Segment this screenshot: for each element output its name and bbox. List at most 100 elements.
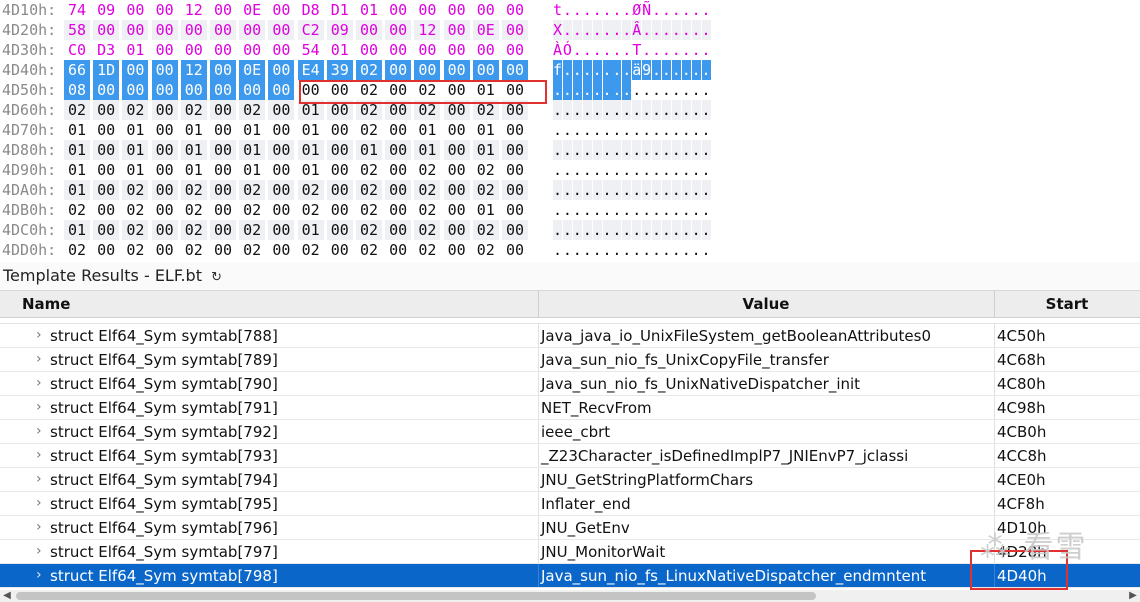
value-cell[interactable]: _Z23Character_isDefinedImplP7_JNIEnvP7_j…	[538, 444, 994, 468]
ascii-char[interactable]: .	[701, 160, 711, 180]
hex-byte[interactable]: 00	[151, 200, 178, 220]
ascii-char[interactable]: .	[671, 60, 681, 80]
hex-byte[interactable]: 02	[180, 100, 207, 120]
hex-byte[interactable]: 00	[502, 140, 528, 160]
hex-byte[interactable]: 00	[326, 180, 353, 200]
template-grid-body[interactable]: › struct Elf64_Sym symtab[788] Java_java_i…	[0, 318, 1140, 590]
expand-chevron-icon[interactable]: ›	[36, 516, 46, 538]
hex-byte[interactable]: 00	[93, 200, 120, 220]
table-row[interactable]: › struct Elf64_Sym symtab[792] ieee_cbrt 4C…	[0, 420, 1140, 444]
hex-byte[interactable]: D1	[326, 0, 353, 20]
ascii-char[interactable]: .	[602, 160, 612, 180]
hex-byte[interactable]: 02	[414, 160, 441, 180]
hex-byte[interactable]: 01	[326, 40, 353, 60]
value-cell[interactable]: NET_RecvFrom	[538, 396, 994, 420]
hex-byte[interactable]: 02	[122, 180, 149, 200]
hex-byte[interactable]: 00	[472, 0, 499, 20]
hex-byte[interactable]: 00	[210, 20, 236, 40]
hex-byte[interactable]: 01	[472, 200, 499, 220]
hex-byte[interactable]: 00	[93, 80, 120, 100]
ascii-char[interactable]: .	[661, 200, 671, 220]
ascii-char[interactable]: t	[553, 0, 562, 20]
hex-byte[interactable]: 00	[502, 80, 528, 100]
ascii-char[interactable]: .	[602, 0, 612, 20]
hex-byte[interactable]: 00	[326, 240, 353, 260]
hex-byte[interactable]: 00	[385, 60, 412, 80]
hex-byte[interactable]: 02	[297, 240, 324, 260]
ascii-char[interactable]: .	[701, 20, 711, 40]
ascii-char[interactable]: .	[681, 40, 691, 60]
hex-byte[interactable]: 02	[239, 180, 266, 200]
scrollbar-thumb[interactable]	[16, 592, 816, 600]
ascii-char[interactable]: ä	[632, 60, 641, 80]
ascii-char[interactable]: .	[602, 40, 612, 60]
ascii-char[interactable]: .	[612, 180, 621, 200]
hex-byte[interactable]: 02	[472, 100, 499, 120]
ascii-char[interactable]: .	[652, 200, 661, 220]
expand-chevron-icon[interactable]: ›	[36, 564, 46, 586]
hex-byte[interactable]: 02	[356, 60, 382, 80]
name-cell[interactable]: › struct Elf64_Sym symtab[798]	[0, 564, 538, 588]
hex-byte[interactable]: 02	[64, 200, 90, 220]
hex-byte[interactable]: 02	[356, 80, 382, 100]
ascii-char[interactable]: .	[701, 200, 711, 220]
hex-row[interactable]: 4DC0h: 01 00 02 00 02 00 02 00 01 00 02 00 02 00 02 00..…	[0, 220, 1140, 240]
hex-byte[interactable]: 00	[210, 80, 236, 100]
hex-byte[interactable]: 01	[356, 140, 382, 160]
hex-byte[interactable]: 00	[268, 120, 295, 140]
ascii-char[interactable]: .	[592, 20, 602, 40]
hex-byte[interactable]: 01	[356, 0, 382, 20]
hex-byte[interactable]: 12	[180, 60, 207, 80]
hex-byte[interactable]: 01	[472, 80, 499, 100]
hex-byte[interactable]: 00	[443, 20, 470, 40]
start-cell[interactable]: 4CE0h	[994, 468, 1140, 492]
hex-byte[interactable]: 01	[64, 120, 90, 140]
hex-byte[interactable]: 00	[502, 20, 528, 40]
name-cell[interactable]: › struct Elf64_Sym symtab[790]	[0, 372, 538, 396]
ascii-char[interactable]: .	[661, 40, 671, 60]
hex-byte[interactable]: 54	[297, 40, 324, 60]
ascii-char[interactable]: .	[671, 0, 681, 20]
ascii-char[interactable]: .	[612, 220, 621, 240]
ascii-char[interactable]: .	[572, 60, 582, 80]
ascii-char[interactable]: f	[553, 60, 562, 80]
hex-byte[interactable]: 00	[326, 100, 353, 120]
ascii-char[interactable]: .	[671, 240, 681, 260]
ascii-char[interactable]: .	[632, 200, 641, 220]
name-cell[interactable]: › struct Elf64_Sym symtab[797]	[0, 540, 538, 564]
ascii-char[interactable]: .	[612, 0, 621, 20]
hex-byte[interactable]: 00	[326, 120, 353, 140]
ascii-char[interactable]: .	[582, 20, 592, 40]
hex-byte[interactable]: 00	[502, 220, 528, 240]
hex-byte[interactable]: 02	[472, 240, 499, 260]
hex-byte[interactable]: 00	[326, 160, 353, 180]
ascii-char[interactable]: .	[592, 120, 602, 140]
ascii-char[interactable]: .	[681, 140, 691, 160]
ascii-char[interactable]: .	[661, 160, 671, 180]
ascii-char[interactable]: .	[681, 20, 691, 40]
ascii-char[interactable]: .	[642, 240, 651, 260]
hex-byte[interactable]: 02	[180, 220, 207, 240]
ascii-char[interactable]: .	[572, 240, 582, 260]
hex-byte[interactable]: 01	[297, 220, 324, 240]
value-cell[interactable]: Java_sun_nio_fs_UnixCopyFile_transfer	[538, 348, 994, 372]
hex-byte[interactable]: 00	[385, 240, 412, 260]
start-cell[interactable]: 4CC8h	[994, 444, 1140, 468]
hex-byte[interactable]: 02	[122, 100, 149, 120]
hex-byte[interactable]: 74	[64, 0, 90, 20]
hex-byte[interactable]: 01	[180, 140, 207, 160]
ascii-char[interactable]: .	[661, 80, 671, 100]
ascii-char[interactable]: .	[622, 200, 631, 220]
ascii-char[interactable]: Ø	[632, 0, 641, 20]
ascii-char[interactable]: .	[562, 120, 572, 140]
ascii-char[interactable]: .	[572, 180, 582, 200]
ascii-char[interactable]: .	[572, 20, 582, 40]
ascii-char[interactable]: .	[691, 240, 701, 260]
hex-byte[interactable]: 00	[122, 60, 149, 80]
value-cell[interactable]: Inflater_end	[538, 492, 994, 516]
hex-byte[interactable]: 00	[151, 60, 178, 80]
ascii-char[interactable]: .	[553, 180, 562, 200]
ascii-char[interactable]: .	[562, 140, 572, 160]
ascii-char[interactable]: .	[671, 140, 681, 160]
hex-byte[interactable]: 12	[180, 0, 207, 20]
